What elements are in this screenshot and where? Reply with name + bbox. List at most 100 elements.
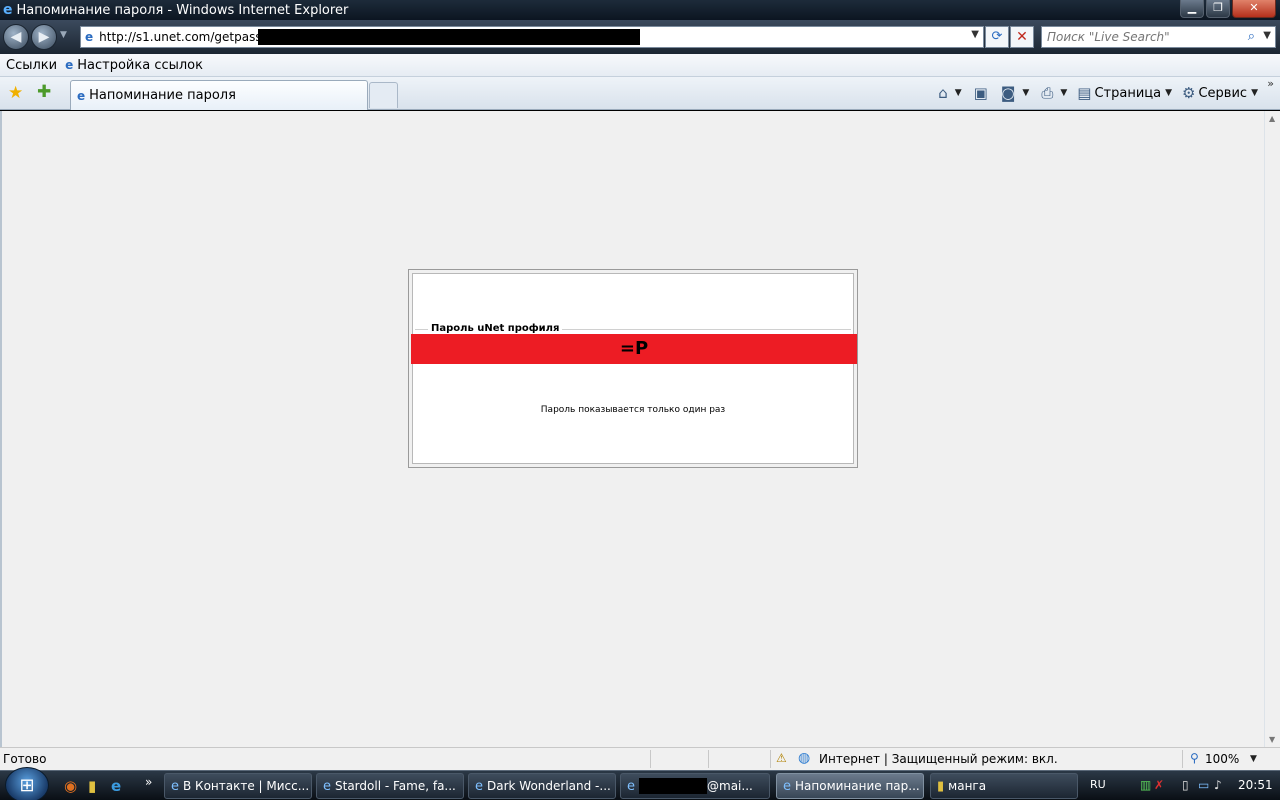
home-button[interactable]: ⌂ ▼ <box>938 84 961 102</box>
password-note: Пароль показывается только один раз <box>540 405 726 415</box>
taskbar-item-label: манга <box>948 779 987 793</box>
antivirus-icon[interactable]: ✗ <box>1154 778 1164 792</box>
print-button[interactable]: ⎙ ▼ <box>1041 84 1067 102</box>
tools-menu[interactable]: ⚙ Сервис ▼ <box>1182 84 1258 102</box>
feeds-dropdown-icon[interactable]: ▼ <box>1022 88 1029 98</box>
zoom-level[interactable]: 100% <box>1205 752 1239 766</box>
feeds-button[interactable]: ◙ ▼ <box>1001 84 1029 102</box>
scroll-down-icon[interactable]: ▼ <box>1269 735 1275 744</box>
scroll-up-icon[interactable]: ▲ <box>1269 114 1275 123</box>
links-bar: Ссылки e Настройка ссылок <box>0 54 1280 77</box>
customize-links-link[interactable]: Настройка ссылок <box>77 58 203 73</box>
tools-menu-label: Сервис <box>1198 85 1248 101</box>
minimize-button[interactable]: ▁ <box>1180 0 1204 18</box>
home-icon: ⌂ <box>938 84 948 102</box>
link-page-icon: e <box>65 58 74 72</box>
search-dropdown-icon[interactable]: ▼ <box>1263 30 1271 41</box>
clock[interactable]: 20:51 <box>1238 778 1273 792</box>
stop-button[interactable]: ✕ <box>1010 26 1034 48</box>
new-tab-button[interactable] <box>369 82 398 108</box>
command-bar: ⌂ ▼ ▣ ◙ ▼ ⎙ ▼ ▤ Страница ▼ ⚙ Сервис ▼ <box>938 82 1258 104</box>
document-task-icon: ▮ <box>937 778 945 794</box>
ie-task-icon: e <box>783 778 791 794</box>
ie-quicklaunch-icon[interactable]: e <box>111 777 121 795</box>
network-icon[interactable]: ▥ <box>1140 778 1151 792</box>
taskbar-item-label: Напоминание пар... <box>795 779 920 793</box>
tab-title: Напоминание пароля <box>89 88 236 103</box>
redacted-block <box>639 778 707 794</box>
tools-menu-dropdown-icon: ▼ <box>1251 88 1258 98</box>
home-dropdown-icon[interactable]: ▼ <box>955 88 962 98</box>
search-icon[interactable]: ⌕ <box>1248 29 1255 44</box>
stop-icon: ✕ <box>1016 29 1028 45</box>
vertical-scrollbar[interactable]: ▲ ▼ <box>1264 111 1280 747</box>
links-label[interactable]: Ссылки <box>6 58 57 73</box>
page-menu-dropdown-icon: ▼ <box>1165 88 1173 98</box>
window-title: Напоминание пароля - Windows Internet Ex… <box>16 2 349 18</box>
volume-muted-icon[interactable]: ♪ <box>1214 778 1222 792</box>
language-indicator[interactable]: RU <box>1090 778 1106 791</box>
quicklaunch-overflow-icon[interactable]: » <box>145 775 152 789</box>
address-bar[interactable]: e http://s1.unet.com/getpass/ ▼ <box>80 26 984 48</box>
start-button[interactable]: ⊞ <box>5 767 49 800</box>
forward-button[interactable]: ▶ <box>31 24 57 50</box>
refresh-button[interactable]: ⟳ <box>985 26 1009 48</box>
tab-password-reminder[interactable]: e Напоминание пароля <box>70 80 368 110</box>
print-dropdown-icon[interactable]: ▼ <box>1060 88 1067 98</box>
status-separator <box>708 750 709 768</box>
search-input[interactable] <box>1047 28 1237 46</box>
status-separator <box>1182 750 1183 768</box>
back-button[interactable]: ◀ <box>3 24 29 50</box>
page-menu[interactable]: ▤ Страница ▼ <box>1077 84 1172 102</box>
taskbar-item[interactable]: ▮ манга <box>930 773 1078 799</box>
taskbar-item[interactable]: e Dark Wonderland -... <box>468 773 616 799</box>
window-controls: ▁ ❐ ✕ <box>1180 0 1276 18</box>
rss-feed-icon: ◙ <box>1000 84 1016 102</box>
maximize-button[interactable]: ❐ <box>1206 0 1230 18</box>
system-tray: RU ▥ ✗ ▯ ▭ ♪ 20:51 <box>1090 773 1278 799</box>
address-toolbar: ◀ ▶ ▼ e http://s1.unet.com/getpass/ ▼ ⟳ … <box>0 20 1280 54</box>
status-separator <box>770 750 771 768</box>
address-url[interactable]: http://s1.unet.com/getpass/ <box>99 30 265 44</box>
firefox-icon[interactable]: ◉ <box>64 777 77 795</box>
add-favorite-icon[interactable]: ✚ <box>37 82 51 102</box>
taskbar-item-label: В Контакте | Мисс... <box>183 779 310 793</box>
page-icon: e <box>85 30 94 44</box>
folder-icon[interactable]: ▮ <box>88 777 96 795</box>
close-button[interactable]: ✕ <box>1232 0 1276 18</box>
taskbar-item-active[interactable]: e Напоминание пар... <box>776 773 924 799</box>
ie-task-icon: e <box>627 778 635 794</box>
refresh-icon: ⟳ <box>991 29 1003 44</box>
taskbar-item[interactable]: e @mai... <box>620 773 770 799</box>
taskbar-item-label: Dark Wonderland -... <box>487 779 611 793</box>
zoom-dropdown-icon[interactable]: ▼ <box>1250 754 1257 764</box>
favorites-star-icon[interactable]: ★ <box>8 83 23 103</box>
toolbar-overflow-icon[interactable]: » <box>1267 77 1274 90</box>
taskbar: ⊞ ◉ ▮ e » e В Контакте | Мисс... e Stardol… <box>0 767 1280 800</box>
taskbar-item[interactable]: e Stardoll - Fame, fa... <box>316 773 464 799</box>
printer-icon: ⎙ <box>1041 84 1054 102</box>
password-box-inner: Пароль uNet профиля =P Пароль показывает… <box>411 273 857 464</box>
page-menu-label: Страница <box>1094 85 1162 101</box>
forward-arrow-icon: ▶ <box>38 29 50 45</box>
monitor-icon[interactable]: ▭ <box>1198 778 1209 792</box>
taskbar-item[interactable]: e В Контакте | Мисс... <box>164 773 312 799</box>
password-box: Пароль uNet профиля =P Пароль показывает… <box>408 269 858 468</box>
search-box[interactable]: ⌕ ▼ <box>1041 26 1276 48</box>
taskbar-item-label: @mai... <box>707 779 753 793</box>
password-value: =P <box>411 334 857 364</box>
zoom-icon[interactable]: ⚲ <box>1190 751 1199 765</box>
status-text: Готово <box>3 752 47 766</box>
tab-page-icon: e <box>77 88 86 103</box>
security-warning-icon[interactable]: ⚠ <box>776 751 787 765</box>
status-bar: Готово ⚠ ◍ Интернет | Защищенный режим: … <box>0 747 1280 770</box>
ie-task-icon: e <box>475 778 483 794</box>
address-dropdown-icon[interactable]: ▼ <box>971 29 979 40</box>
research-button[interactable]: ▣ <box>974 84 991 102</box>
status-separator <box>650 750 651 768</box>
page-content: Пароль uNet профиля =P Пароль показывает… <box>0 111 1280 747</box>
back-arrow-icon: ◀ <box>10 29 22 45</box>
history-dropdown-icon[interactable]: ▼ <box>60 30 67 40</box>
safely-remove-icon[interactable]: ▯ <box>1182 778 1189 792</box>
security-zone[interactable]: Интернет | Защищенный режим: вкл. <box>819 752 1058 766</box>
